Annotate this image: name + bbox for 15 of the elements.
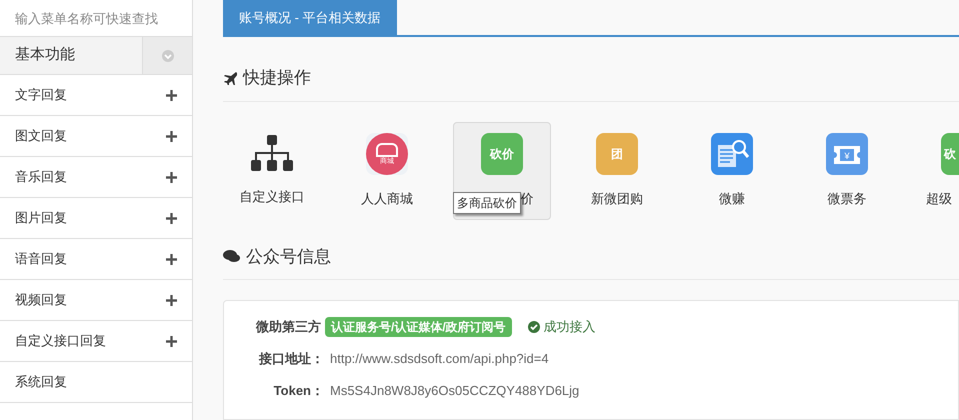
field-label: Token： — [272, 382, 324, 400]
section-title: 公众号信息 — [246, 246, 331, 268]
account-type-badge: 认证服务号/认证媒体/政府订阅号 — [325, 317, 512, 337]
menu-group-title: 基本功能 — [14, 45, 76, 66]
app-icon: 砍价 — [481, 132, 523, 175]
field-label: 接口地址： — [258, 350, 324, 368]
tooltip: 多商品砍价 — [453, 192, 521, 214]
field-value: http://www.sdsdsoft.com/api.php?id=4 — [330, 350, 549, 368]
ticket-icon: ¥ — [826, 132, 868, 175]
account-name: 微助第三方 — [256, 318, 321, 336]
app-icon: 团 — [596, 132, 638, 175]
status-text: 成功接入 — [544, 318, 596, 336]
field-value: Ms5S4Jn8W8J8y6Os05CCZQY488YD6Ljg — [330, 382, 580, 400]
section-title: 快捷操作 — [243, 67, 311, 89]
app-icon: 砍 — [941, 132, 959, 175]
